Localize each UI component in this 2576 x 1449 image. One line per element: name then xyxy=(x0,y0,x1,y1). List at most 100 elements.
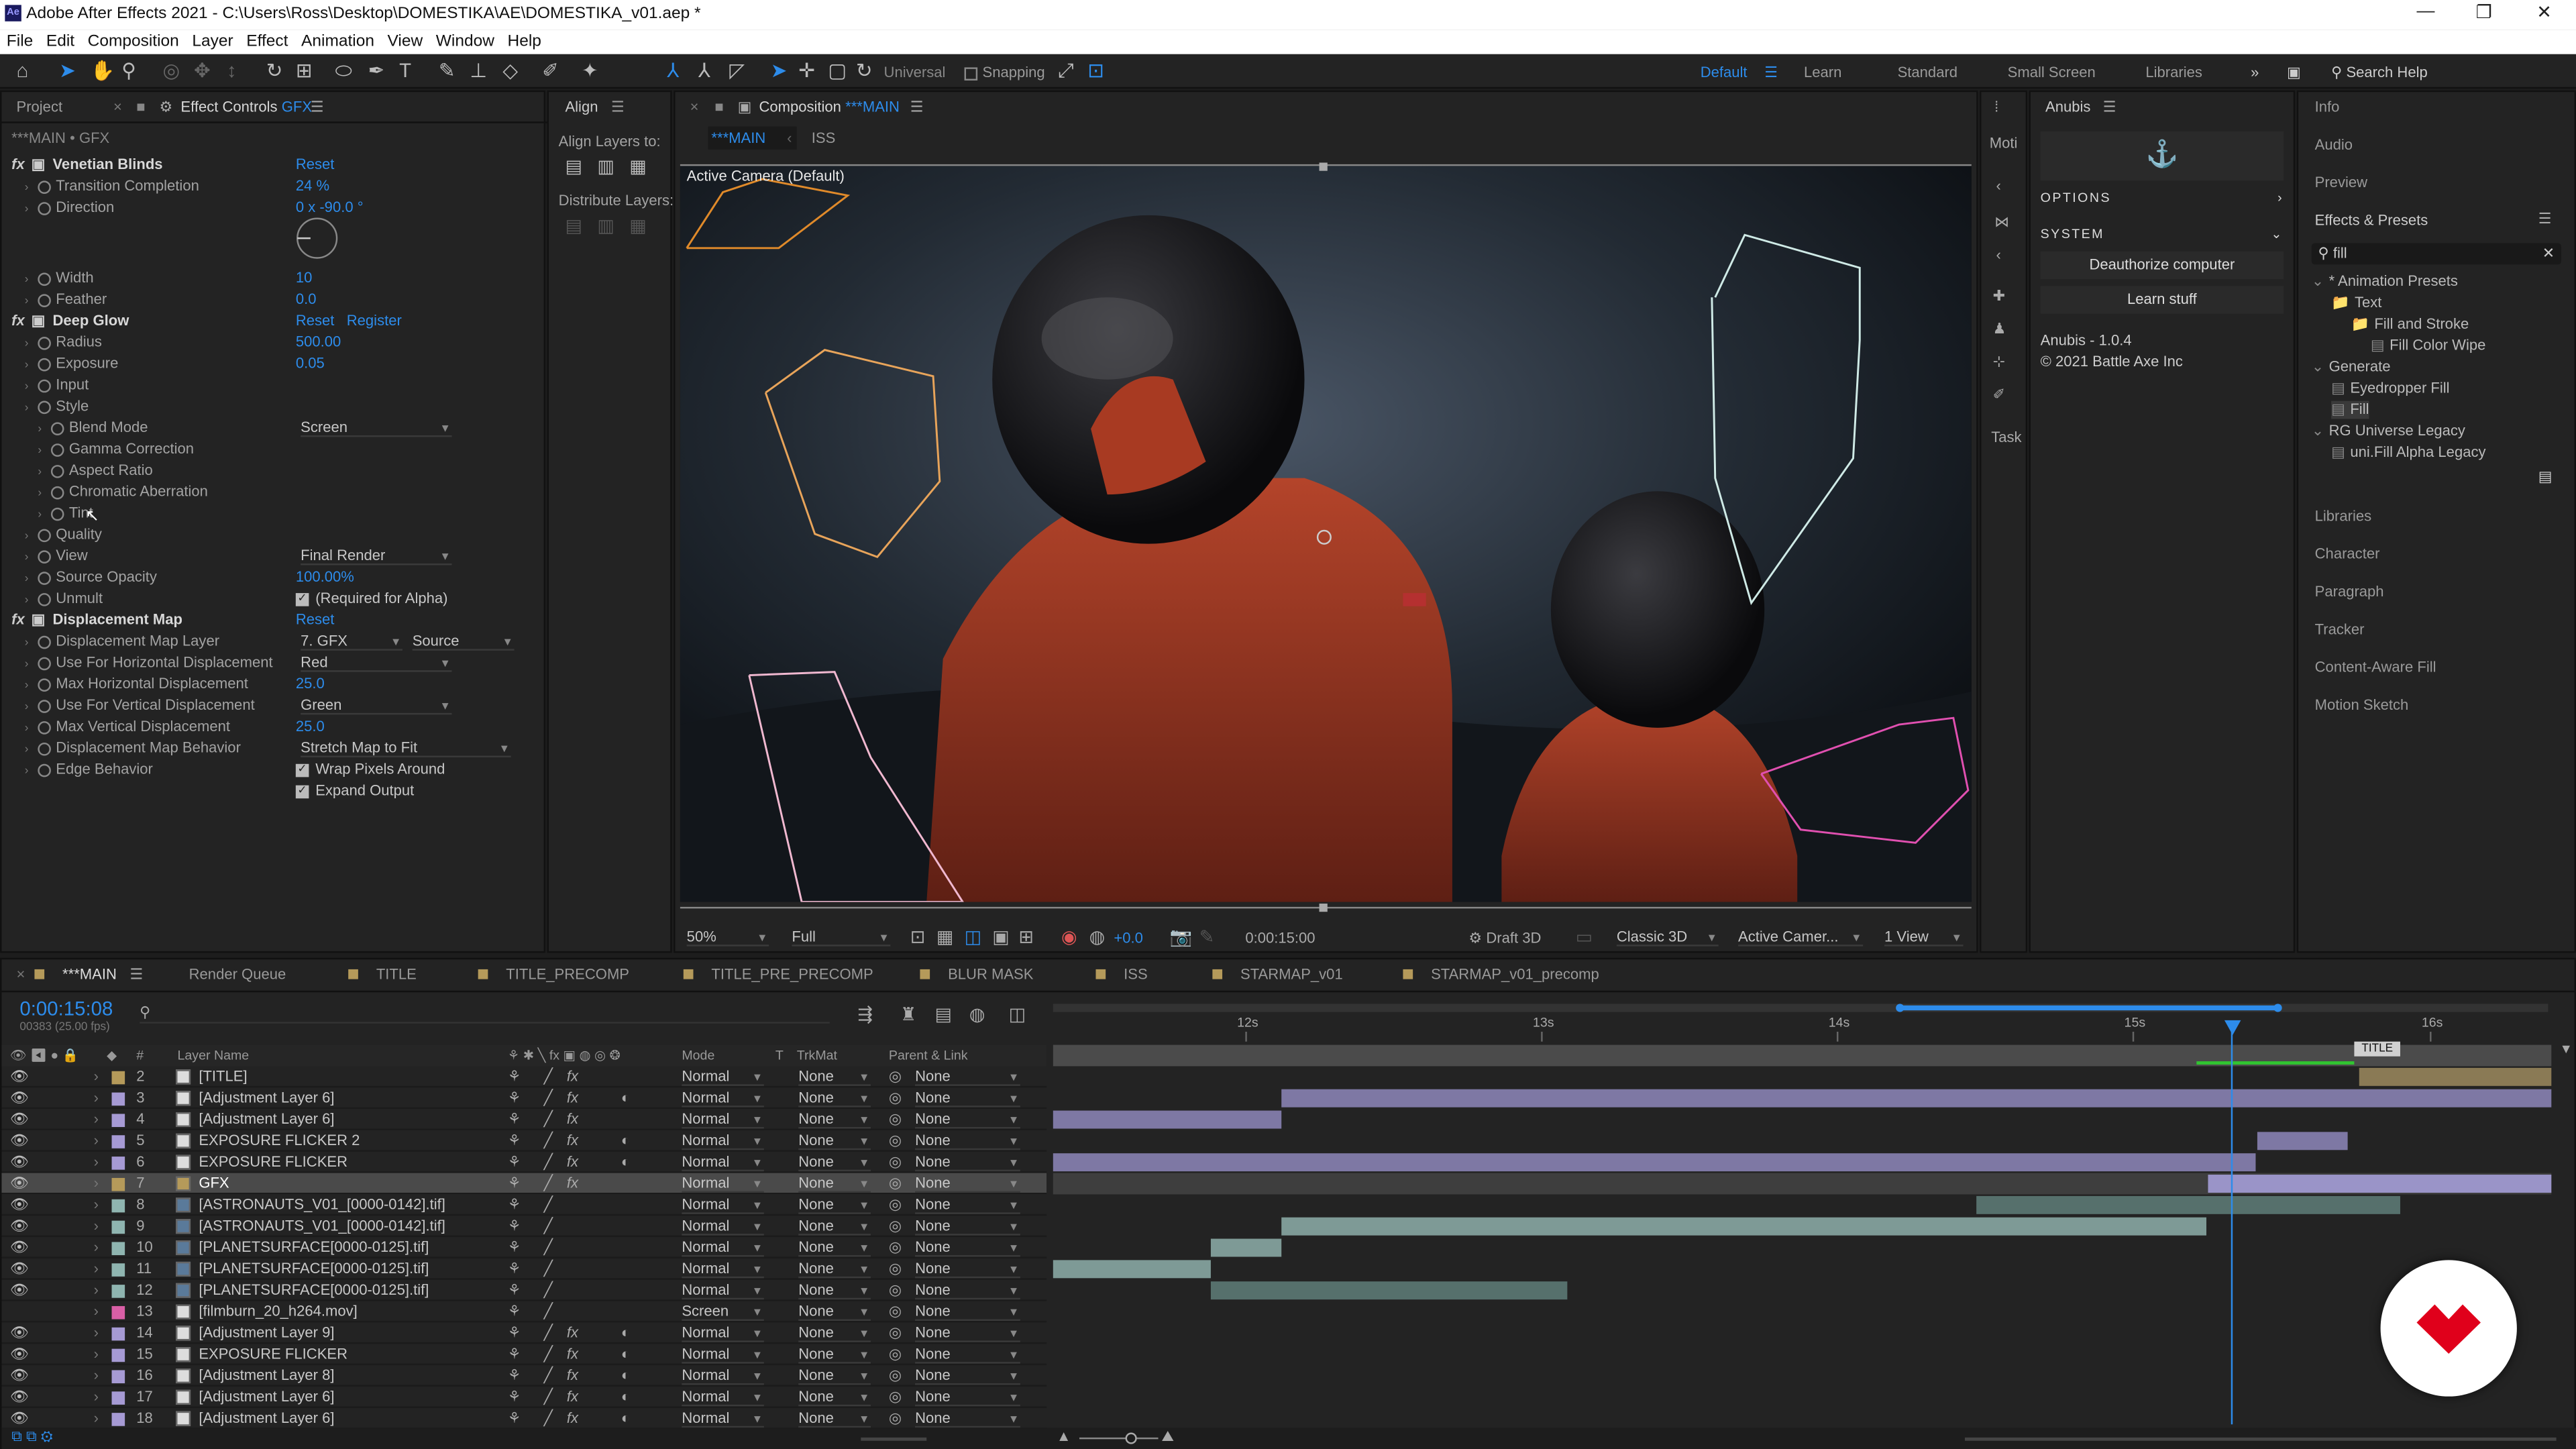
pickwhip-icon[interactable]: ◎ xyxy=(889,1258,902,1280)
shy-switch-icon[interactable]: ⚘ xyxy=(508,1173,521,1195)
tree-item-uni-fill-alpha-legacy[interactable]: ▤ uni.Fill Alpha Legacy xyxy=(2331,443,2485,462)
layer-name[interactable]: [filmburn_20_h264.mov] xyxy=(199,1301,357,1323)
effect-label[interactable]: › Feather xyxy=(25,289,107,312)
pickwhip-icon[interactable]: ◎ xyxy=(889,1173,902,1195)
trkmat-dropdown[interactable]: None xyxy=(798,1175,871,1193)
pickwhip-icon[interactable]: ◎ xyxy=(889,1322,902,1344)
expand-chevron-icon[interactable]: › xyxy=(25,177,38,199)
timeline-tab-title-pre-precomp[interactable]: TITLE_PRE_PRECOMP xyxy=(711,959,873,989)
effect-label[interactable]: › Input xyxy=(25,374,89,397)
timeline-tab-title-precomp[interactable]: TITLE_PRECOMP xyxy=(506,959,629,989)
trkmat-dropdown[interactable]: None xyxy=(798,1367,871,1385)
label-color-swatch[interactable] xyxy=(111,1370,125,1384)
fx-switch-icon[interactable]: fx xyxy=(567,1387,578,1408)
parent-dropdown[interactable]: None xyxy=(915,1409,1020,1428)
maximize-button[interactable]: ❐ xyxy=(2476,1,2492,23)
more-workspaces-icon[interactable]: » xyxy=(2251,64,2259,80)
stopwatch-icon[interactable] xyxy=(38,357,51,371)
effect-label[interactable]: › Displacement Map Behavior xyxy=(25,738,241,761)
layer-row[interactable]: 👁 › 18 [Adjustment Layer 6] ⚘ ╱ fx ◐ Normal None ◎… xyxy=(1,1408,1047,1430)
layer-row[interactable]: 👁 › 17 [Adjustment Layer 6] ⚘ ╱ fx ◐ Normal None ◎… xyxy=(1,1387,1047,1408)
expand-layer-icon[interactable]: › xyxy=(94,1173,99,1195)
side-anchor-icon[interactable]: ⊹ xyxy=(1993,347,2005,376)
menu-view[interactable]: View xyxy=(388,33,423,51)
effect-label[interactable]: › Source Opacity xyxy=(25,567,157,590)
visibility-eye-icon[interactable]: 👁 xyxy=(10,1344,29,1365)
timeline-tab-render-queue[interactable]: Render Queue xyxy=(189,959,286,989)
pickwhip-icon[interactable]: ◎ xyxy=(889,1344,902,1365)
menu-help[interactable]: Help xyxy=(508,33,541,51)
expand-chevron-icon[interactable]: › xyxy=(25,568,38,590)
viewer-handle-top[interactable] xyxy=(1319,162,1328,171)
trkmat-dropdown[interactable]: None xyxy=(798,1218,871,1236)
shy-switch-icon[interactable]: ⚘ xyxy=(508,1280,521,1301)
fx-switch-icon[interactable]: fx xyxy=(567,1408,578,1430)
menu-file[interactable]: File xyxy=(7,33,33,51)
universal-scale-icon[interactable]: ▢ xyxy=(828,59,847,82)
stopwatch-icon[interactable] xyxy=(50,421,64,435)
fx-switch-icon[interactable]: fx xyxy=(567,1322,578,1344)
label-color-swatch[interactable] xyxy=(111,1413,125,1426)
visibility-eye-icon[interactable]: 👁 xyxy=(10,1237,29,1258)
layer-search-input[interactable]: ⚲ xyxy=(140,1004,830,1024)
trkmat-dropdown[interactable]: None xyxy=(798,1153,871,1172)
quality-switch-icon[interactable]: ╱ xyxy=(544,1322,553,1344)
effect-label[interactable]: › Quality xyxy=(25,524,102,547)
shy-switch-icon[interactable]: ⚘ xyxy=(508,1387,521,1408)
label-color-swatch[interactable] xyxy=(111,1135,125,1148)
panel-item-preview[interactable]: Preview xyxy=(2315,174,2367,191)
expand-layer-icon[interactable]: › xyxy=(94,1109,99,1130)
trkmat-dropdown[interactable]: None xyxy=(798,1089,871,1108)
side-pin-icon[interactable]: ✐ xyxy=(1993,380,2005,409)
checkbox-checked-icon[interactable]: ✓ xyxy=(295,763,309,777)
effect-value[interactable]: 24 % xyxy=(296,176,329,197)
anubis-menu-icon[interactable]: ☰ xyxy=(2103,92,2116,121)
extended-viewer-icon[interactable]: ▭ xyxy=(1576,926,1593,948)
trkmat-dropdown[interactable]: None xyxy=(798,1132,871,1150)
quality-switch-icon[interactable]: ╱ xyxy=(544,1258,553,1280)
stopwatch-icon[interactable] xyxy=(50,443,64,456)
expand-chevron-icon[interactable]: › xyxy=(25,398,38,419)
stopwatch-icon[interactable] xyxy=(38,272,51,286)
shy-switch-icon[interactable]: ⚘ xyxy=(508,1365,521,1387)
expand-layer-icon[interactable]: › xyxy=(94,1344,99,1365)
shy-switch-icon[interactable]: ⚘ xyxy=(508,1216,521,1237)
snap-grid-icon[interactable]: ⊡ xyxy=(1087,59,1104,82)
shy-switch-icon[interactable]: ⚘ xyxy=(508,1408,521,1430)
effect-label[interactable]: › Gamma Correction xyxy=(38,439,194,462)
visibility-eye-icon[interactable]: 👁 xyxy=(10,1130,29,1152)
parent-dropdown[interactable]: None xyxy=(915,1089,1020,1108)
effect-value[interactable]: Reset xyxy=(296,610,335,631)
stopwatch-icon[interactable] xyxy=(38,678,51,692)
flow-main-label[interactable]: ***MAIN xyxy=(711,123,765,153)
quality-switch-icon[interactable]: ╱ xyxy=(544,1387,553,1408)
align-menu-icon[interactable]: ☰ xyxy=(611,92,625,121)
panel-item-effects-presets[interactable]: Effects & Presets xyxy=(2315,212,2428,228)
quality-switch-icon[interactable]: ╱ xyxy=(544,1194,553,1216)
snap-option-icon[interactable]: ⤢ xyxy=(1058,59,1074,84)
quality-switch-icon[interactable]: ╱ xyxy=(544,1087,553,1109)
mode-dropdown[interactable]: Normal xyxy=(682,1089,764,1108)
stopwatch-icon[interactable] xyxy=(50,485,64,499)
visibility-eye-icon[interactable]: 👁 xyxy=(10,1365,29,1387)
expand-layer-icon[interactable]: › xyxy=(94,1087,99,1109)
expand-layer-icon[interactable]: › xyxy=(94,1130,99,1152)
renderer-dropdown[interactable]: Classic 3D xyxy=(1616,928,1719,947)
trkmat-dropdown[interactable]: None xyxy=(798,1068,871,1086)
shy-switch-icon[interactable]: ⚘ xyxy=(508,1130,521,1152)
shy-switch-icon[interactable]: ⚘ xyxy=(508,1087,521,1109)
visibility-eye-icon[interactable]: 👁 xyxy=(10,1280,29,1301)
mode-dropdown[interactable]: Normal xyxy=(682,1111,764,1129)
guides-icon[interactable]: ▣ xyxy=(992,926,1009,948)
expand-chevron-icon[interactable]: › xyxy=(25,355,38,376)
pan-tool-icon[interactable]: ✥ xyxy=(194,59,211,82)
visibility-eye-icon[interactable]: 👁 xyxy=(10,1216,29,1237)
world-axis-icon[interactable]: ⅄ xyxy=(698,59,710,82)
expand-chevron-icon[interactable]: › xyxy=(38,504,51,526)
comp-panel-title[interactable]: Composition ***MAIN xyxy=(759,92,900,121)
trkmat-dropdown[interactable]: None xyxy=(798,1303,871,1321)
view-layout-dropdown[interactable]: 1 View xyxy=(1884,928,1964,947)
mode-dropdown[interactable]: Normal xyxy=(682,1409,764,1428)
label-color-swatch[interactable] xyxy=(111,1220,125,1234)
mode-dropdown[interactable]: Normal xyxy=(682,1239,764,1257)
